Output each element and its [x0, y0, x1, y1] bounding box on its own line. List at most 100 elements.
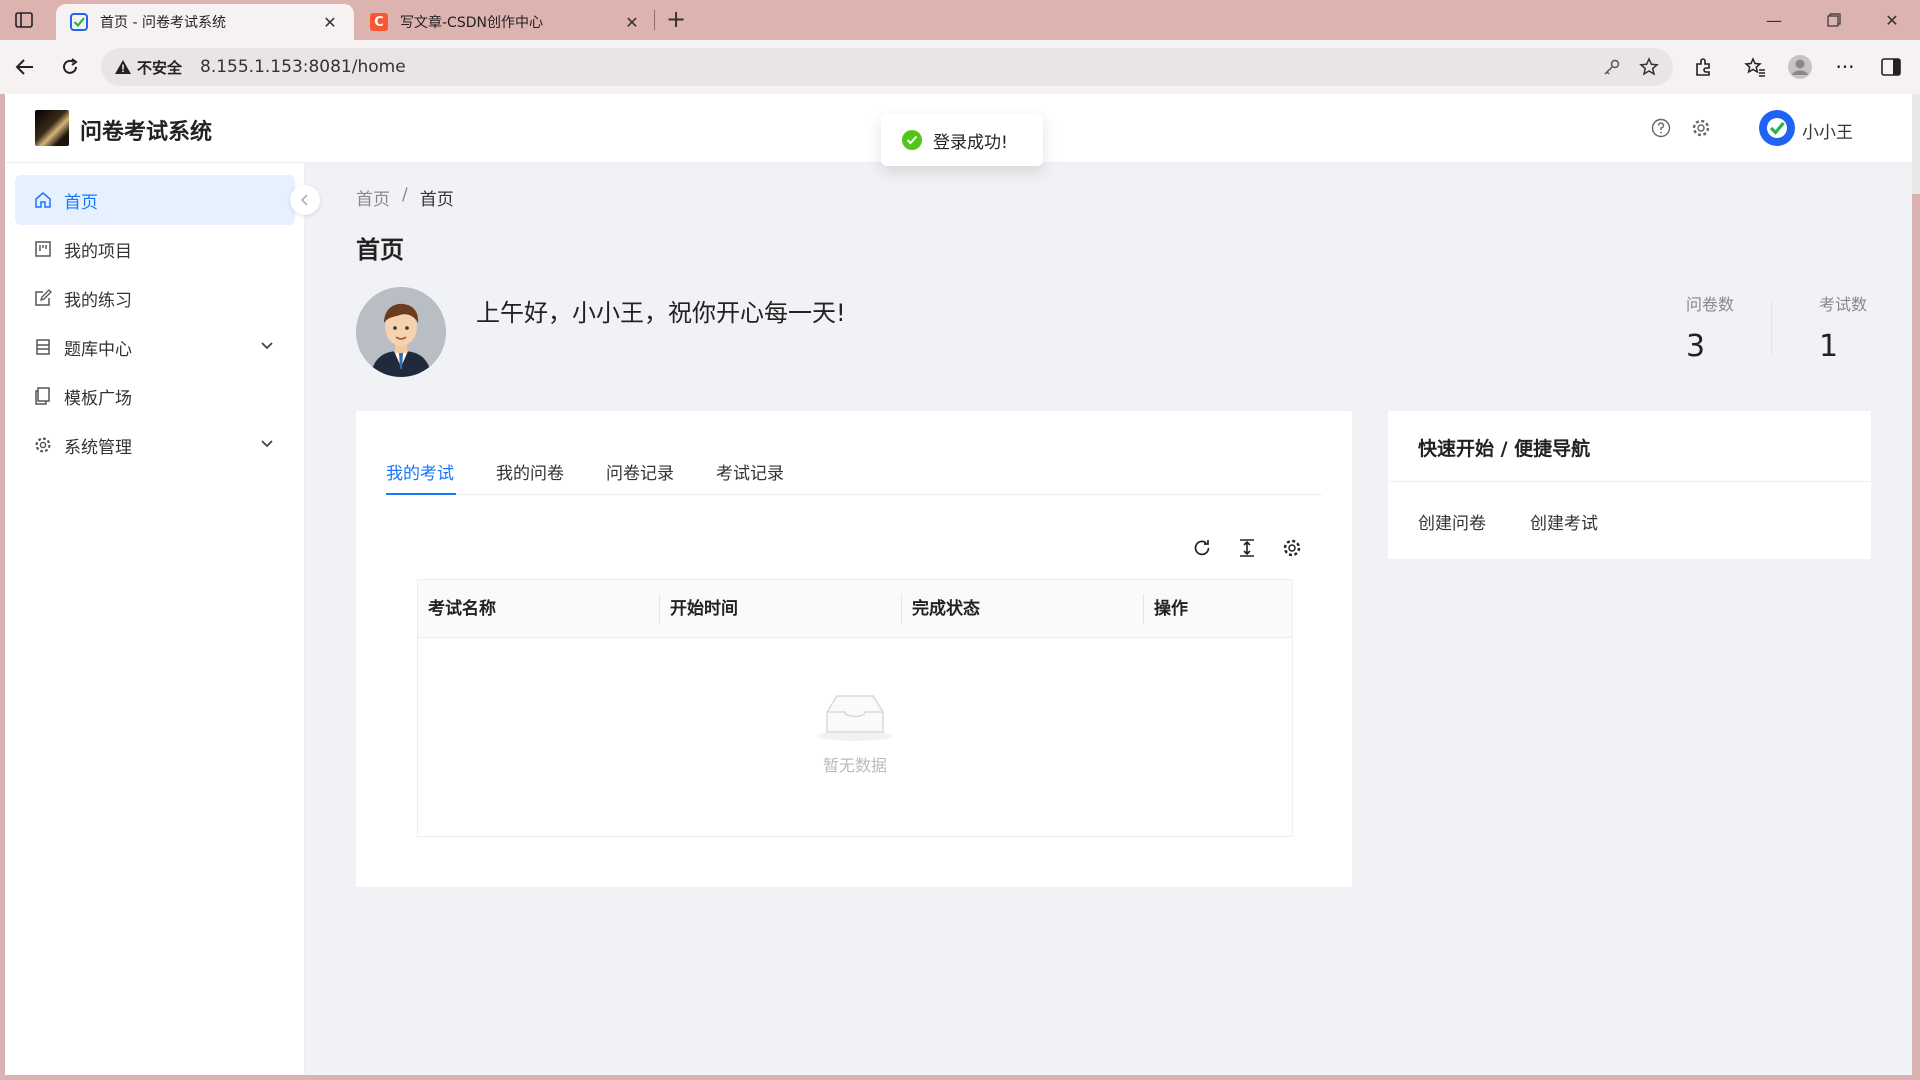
column-header[interactable]: 开始时间 [660, 580, 738, 638]
browser-tab-bar: 首页 - 问卷考试系统 ✕ C 写文章-CSDN创作中心 ✕ + — ✕ [0, 0, 1920, 40]
home-icon [34, 191, 52, 209]
quick-nav-title: 快速开始 / 便捷导航 [1418, 438, 1591, 460]
tab-title: 首页 - 问卷考试系统 [100, 15, 226, 31]
gear-icon[interactable] [1689, 116, 1713, 140]
back-icon[interactable] [10, 52, 40, 82]
user-avatar[interactable] [1759, 110, 1795, 146]
check-circle-icon [902, 130, 922, 150]
empty-text: 暂无数据 [822, 756, 887, 775]
gear-icon[interactable] [1280, 536, 1304, 560]
exam-table: 考试名称 开始时间 完成状态 操作 暂无数据 [417, 579, 1293, 837]
create-survey-link[interactable]: 创建问卷 [1418, 509, 1486, 534]
browser-toolbar: 不安全 8.155.1.153:8081/home ··· [0, 40, 1920, 94]
star-icon[interactable] [1638, 56, 1660, 78]
close-window-button[interactable]: ✕ [1864, 0, 1920, 40]
sidebar-item-label: 系统管理 [64, 437, 132, 458]
refresh-icon[interactable] [1190, 536, 1214, 560]
tab-divider [654, 10, 655, 30]
tab-title: 写文章-CSDN创作中心 [400, 15, 543, 31]
toast-message: 登录成功! [933, 132, 1008, 153]
security-label[interactable]: 不安全 [137, 57, 182, 78]
stat-value: 3 [1686, 329, 1706, 364]
extensions-icon[interactable] [1691, 54, 1717, 80]
favorites-icon[interactable] [1742, 54, 1768, 80]
close-tab-icon[interactable]: ✕ [622, 13, 642, 32]
sidebar-item-label: 题库中心 [64, 339, 132, 360]
stat-divider [1771, 301, 1772, 355]
profile-icon[interactable] [1787, 54, 1813, 80]
stat-value: 1 [1819, 329, 1839, 364]
records-tabs: 我的考试 我的问卷 问卷记录 考试记录 [386, 449, 1322, 495]
url-text[interactable]: 8.155.1.153:8081/home [200, 57, 406, 77]
empty-state: 暂无数据 [418, 690, 1292, 776]
project-icon [34, 240, 52, 258]
main-content: 首页 / 首页 首页 上午好，小小王，祝你开心每一天! 问卷数 3 考试数 1 … [306, 163, 1912, 1075]
sidebar-item-practice[interactable]: 我的练习 [15, 273, 295, 323]
tab-exam-records[interactable]: 考试记录 [716, 459, 784, 484]
column-header[interactable]: 考试名称 [418, 580, 496, 638]
database-icon [34, 338, 52, 356]
tab-my-surveys[interactable]: 我的问卷 [496, 459, 564, 484]
scrollbar[interactable] [1912, 94, 1920, 194]
sidebar-item-home[interactable]: 首页 [15, 175, 295, 225]
breadcrumb: 首页 / 首页 [356, 185, 454, 210]
sidebar-item-label: 首页 [64, 192, 98, 213]
sidebar-item-label: 我的项目 [64, 241, 132, 262]
reload-icon[interactable] [55, 52, 85, 82]
stat-exams: 考试数 1 [1819, 291, 1867, 364]
column-header[interactable]: 操作 [1144, 580, 1188, 638]
address-bar[interactable]: 不安全 8.155.1.153:8081/home [101, 48, 1673, 86]
breadcrumb-link[interactable]: 首页 [356, 185, 390, 210]
page-title: 首页 [356, 236, 404, 264]
greeting-text: 上午好，小小王，祝你开心每一天! [476, 299, 846, 327]
success-toast: 登录成功! [881, 114, 1043, 166]
new-tab-button[interactable]: + [662, 6, 690, 34]
sidebar-item-templates[interactable]: 模板广场 [15, 371, 295, 421]
column-header[interactable]: 完成状态 [902, 580, 980, 638]
records-card: 我的考试 我的问卷 问卷记录 考试记录 考试名称 开始时间 完成状态 操作 暂无… [356, 411, 1352, 887]
app-logo[interactable] [35, 110, 69, 146]
breadcrumb-separator: / [402, 185, 408, 205]
sidebar-item-label: 我的练习 [64, 290, 132, 311]
close-tab-icon[interactable]: ✕ [320, 13, 340, 32]
sidebar-item-projects[interactable]: 我的项目 [15, 224, 295, 274]
user-profile-avatar [356, 287, 446, 377]
active-tab-indicator [386, 493, 456, 495]
tab-survey-records[interactable]: 问卷记录 [606, 459, 674, 484]
stat-surveys: 问卷数 3 [1686, 291, 1734, 364]
chevron-down-icon[interactable] [259, 436, 275, 452]
more-icon[interactable]: ··· [1832, 54, 1858, 80]
minimize-button[interactable]: — [1746, 0, 1802, 40]
create-exam-link[interactable]: 创建考试 [1530, 509, 1598, 534]
tab-actions-icon[interactable] [12, 9, 36, 31]
tab-my-exams[interactable]: 我的考试 [386, 459, 454, 484]
empty-inbox-icon [817, 695, 893, 741]
column-height-icon[interactable] [1235, 536, 1259, 560]
sidebar-toggle-icon[interactable] [1878, 54, 1904, 80]
restore-button[interactable] [1806, 0, 1862, 40]
warning-icon [115, 60, 131, 74]
user-name[interactable]: 小小王 [1802, 118, 1853, 143]
sidebar-item-question-bank[interactable]: 题库中心 [15, 322, 295, 372]
edit-icon [34, 289, 52, 307]
help-icon[interactable] [1649, 116, 1673, 140]
key-icon[interactable] [1601, 56, 1623, 78]
sidebar-item-system[interactable]: 系统管理 [15, 420, 295, 470]
sidebar-item-label: 模板广场 [64, 388, 132, 409]
chevron-down-icon[interactable] [259, 338, 275, 354]
web-page: 问卷考试系统 小小王 首页 我的项目 我的练习 题库中心 模板广场 系统管理 首… [5, 94, 1912, 1075]
template-icon [34, 387, 52, 405]
gear-icon [34, 436, 52, 454]
breadcrumb-current: 首页 [419, 190, 454, 210]
browser-tab-active[interactable]: 首页 - 问卷考试系统 ✕ [56, 4, 354, 40]
divider [1388, 481, 1871, 482]
stat-label: 问卷数 [1686, 295, 1735, 314]
app-title[interactable]: 问卷考试系统 [80, 114, 212, 146]
browser-tab[interactable]: C 写文章-CSDN创作中心 ✕ [356, 4, 656, 40]
check-square-icon [70, 13, 88, 31]
table-header: 考试名称 开始时间 完成状态 操作 [418, 580, 1292, 638]
csdn-c-icon: C [370, 13, 388, 31]
sidebar: 首页 我的项目 我的练习 题库中心 模板广场 系统管理 [5, 163, 305, 1075]
stat-label: 考试数 [1819, 295, 1868, 314]
quick-nav-card: 快速开始 / 便捷导航 创建问卷 创建考试 [1388, 411, 1871, 559]
